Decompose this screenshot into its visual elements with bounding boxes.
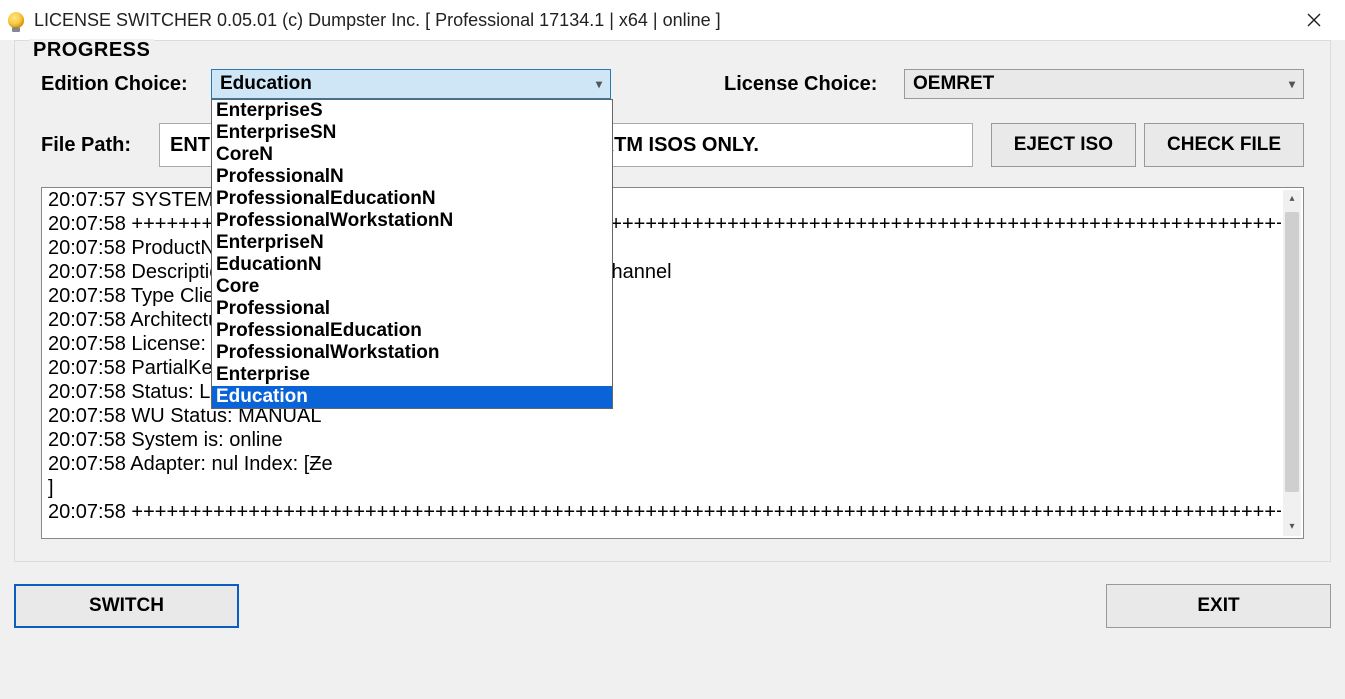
license-choice-combo[interactable]: OEMRET ▾ xyxy=(904,69,1304,99)
switch-button[interactable]: SWITCH xyxy=(14,584,239,628)
filepath-label: File Path: xyxy=(41,134,159,157)
edition-option[interactable]: Core xyxy=(212,276,612,298)
progress-groupbox: PROGRESS Edition Choice: Education ▾ Ent… xyxy=(14,40,1331,562)
edition-choice-combo[interactable]: Education ▾ EnterpriseSEnterpriseSNCoreN… xyxy=(211,69,611,99)
license-label: License Choice: xyxy=(724,73,904,96)
scroll-up-icon[interactable]: ▴ xyxy=(1283,190,1301,208)
edition-option[interactable]: EnterpriseSN xyxy=(212,122,612,144)
edition-option[interactable]: EnterpriseS xyxy=(212,100,612,122)
license-selected-value: OEMRET xyxy=(913,73,994,95)
titlebar: LICENSE SWITCHER 0.05.01 (c) Dumpster In… xyxy=(0,0,1345,40)
eject-iso-button[interactable]: EJECT ISO xyxy=(991,123,1136,167)
edition-dropdown[interactable]: EnterpriseSEnterpriseSNCoreNProfessional… xyxy=(211,99,613,409)
chevron-down-icon: ▾ xyxy=(1289,77,1295,91)
edition-option[interactable]: ProfessionalEducationN xyxy=(212,188,612,210)
scroll-thumb[interactable] xyxy=(1285,212,1299,492)
edition-option[interactable]: EducationN xyxy=(212,254,612,276)
edition-option[interactable]: Education xyxy=(212,386,612,408)
edition-option[interactable]: ProfessionalWorkstationN xyxy=(212,210,612,232)
scrollbar[interactable]: ▴ ▾ xyxy=(1283,190,1301,536)
edition-option[interactable]: Enterprise xyxy=(212,364,612,386)
chevron-down-icon: ▾ xyxy=(596,77,602,91)
edition-option[interactable]: Professional xyxy=(212,298,612,320)
edition-selected-value: Education xyxy=(220,73,312,95)
edition-option[interactable]: ProfessionalEducation xyxy=(212,320,612,342)
content-area: PROGRESS Edition Choice: Education ▾ Ent… xyxy=(0,40,1345,699)
check-file-button[interactable]: CHECK FILE xyxy=(1144,123,1304,167)
close-button[interactable] xyxy=(1291,4,1337,36)
edition-option[interactable]: ProfessionalWorkstation xyxy=(212,342,612,364)
lightbulb-icon xyxy=(8,12,24,28)
close-icon xyxy=(1307,13,1321,27)
scroll-down-icon[interactable]: ▾ xyxy=(1283,518,1301,536)
window-title: LICENSE SWITCHER 0.05.01 (c) Dumpster In… xyxy=(34,10,1291,31)
edition-option[interactable]: EnterpriseN xyxy=(212,232,612,254)
edition-option[interactable]: CoreN xyxy=(212,144,612,166)
edition-option[interactable]: ProfessionalN xyxy=(212,166,612,188)
groupbox-title: PROGRESS xyxy=(29,39,154,62)
edition-label: Edition Choice: xyxy=(41,73,211,96)
exit-button[interactable]: EXIT xyxy=(1106,584,1331,628)
